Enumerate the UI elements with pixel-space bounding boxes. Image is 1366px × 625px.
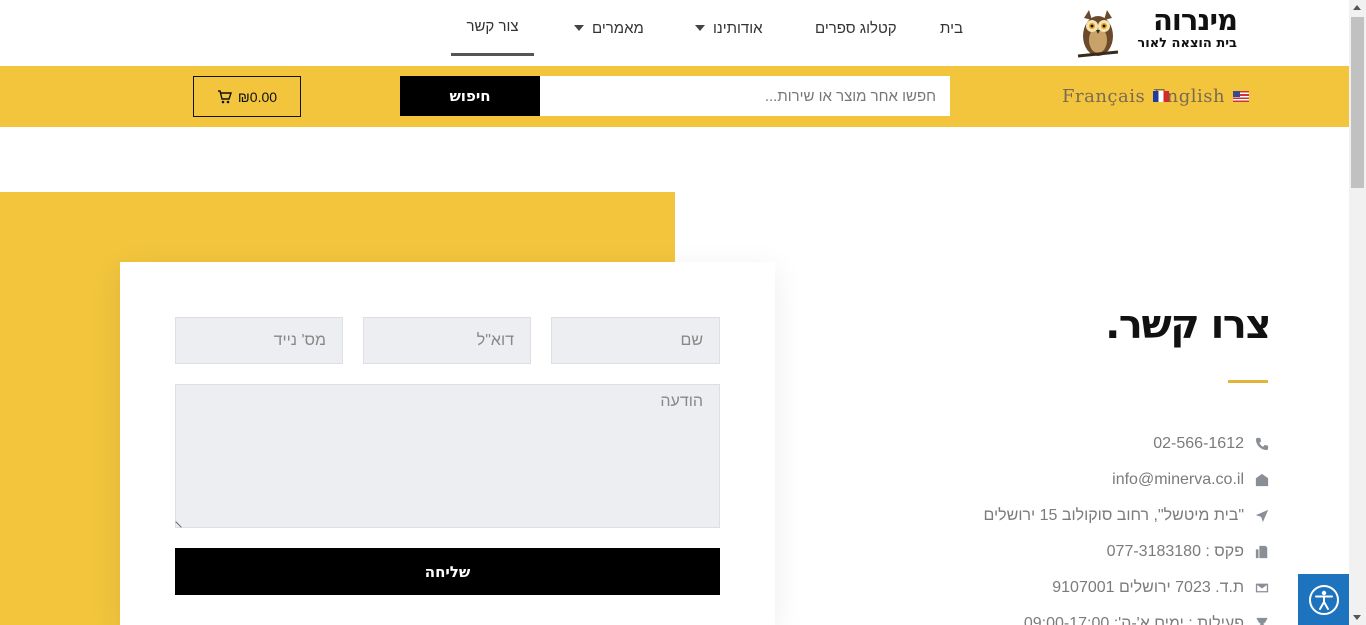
- mail-icon: [1254, 580, 1270, 596]
- utility-bar: English Français חיפוש ₪0.00: [0, 66, 1349, 127]
- phone-field[interactable]: [175, 317, 343, 364]
- message-field[interactable]: [175, 384, 720, 528]
- contact-hours: פעילות : ימים א'-ה': 09:00-17:00: [870, 606, 1270, 625]
- vertical-scrollbar[interactable]: [1349, 0, 1366, 625]
- language-label: Français: [1062, 85, 1146, 107]
- contact-email-text[interactable]: info@minerva.co.il: [1112, 471, 1244, 489]
- name-field[interactable]: [551, 317, 720, 364]
- accessibility-icon: [1308, 584, 1339, 615]
- scroll-down-arrow-icon[interactable]: [1353, 615, 1361, 620]
- search-button[interactable]: חיפוש: [400, 76, 540, 116]
- contact-hours-text: פעילות : ימים א'-ה': 09:00-17:00: [1023, 615, 1244, 625]
- contact-address-text: "בית מיטשל", רחוב סוקולוב 15 ירושלים: [983, 507, 1244, 524]
- owl-logo-icon: [1077, 10, 1119, 58]
- title-divider: [1228, 380, 1268, 383]
- search-input[interactable]: [540, 76, 950, 116]
- contact-pobox: ת.ד. 7023 ירושלים 9107001: [870, 570, 1270, 606]
- cart-button[interactable]: ₪0.00: [193, 76, 301, 117]
- top-navigation: מינרוה בית הוצאה לאור בית קטלוג ספרים או…: [0, 0, 1349, 66]
- cart-total: ₪0.00: [237, 88, 278, 105]
- contact-phone: 02-566-1612: [870, 426, 1270, 462]
- nav-item-contact[interactable]: צור קשר: [451, 0, 534, 56]
- nav-item-label: מאמרים: [592, 19, 644, 37]
- nav-item-label: אודותינו: [713, 19, 763, 37]
- language-french[interactable]: Français: [1062, 82, 1170, 110]
- contact-email: info@minerva.co.il: [870, 462, 1270, 498]
- logo-tagline: בית הוצאה לאור: [1137, 36, 1237, 51]
- phone-icon: [1254, 436, 1270, 452]
- email-field[interactable]: [363, 317, 531, 364]
- site-logo[interactable]: מינרוה בית הוצאה לאור: [1074, 4, 1239, 62]
- contact-pobox-text: ת.ד. 7023 ירושלים 9107001: [1052, 579, 1244, 596]
- contact-fax-text: פקס : 077-3183180: [1106, 543, 1244, 560]
- search-form: חיפוש: [400, 76, 950, 116]
- fr-flag-icon: [1153, 90, 1170, 102]
- page-title: צרו קשר.: [1105, 302, 1271, 348]
- contact-info-list: 02-566-1612 info@minerva.co.il "בית מיטש…: [870, 426, 1270, 625]
- nav-item-label: קטלוג ספרים: [815, 19, 897, 37]
- contact-phone-text[interactable]: 02-566-1612: [1153, 435, 1244, 453]
- contact-fax: פקס : 077-3183180: [870, 534, 1270, 570]
- submit-button[interactable]: שליחה: [175, 548, 720, 595]
- logo-brand: מינרוה: [1152, 3, 1238, 37]
- envelope-open-icon: [1254, 472, 1270, 488]
- contact-form: שליחה: [120, 262, 775, 625]
- nav-item-label: צור קשר: [466, 18, 519, 35]
- us-flag-icon: [1233, 90, 1250, 102]
- nav-item-catalog[interactable]: קטלוג ספרים: [815, 0, 897, 56]
- accessibility-button[interactable]: [1298, 574, 1349, 625]
- chevron-down-icon: [695, 25, 705, 31]
- nav-item-articles[interactable]: מאמרים: [574, 0, 644, 56]
- fax-icon: [1254, 544, 1270, 560]
- chevron-down-icon: [574, 25, 584, 31]
- scrollbar-thumb[interactable]: [1351, 17, 1364, 188]
- hourglass-icon: [1254, 616, 1270, 625]
- nav-item-label: בית: [940, 19, 963, 37]
- scroll-up-arrow-icon[interactable]: [1353, 5, 1361, 10]
- nav-item-about[interactable]: אודותינו: [695, 0, 763, 56]
- contact-address: "בית מיטשל", רחוב סוקולוב 15 ירושלים: [870, 498, 1270, 534]
- cart-icon: [217, 89, 232, 103]
- location-arrow-icon: [1254, 508, 1270, 524]
- nav-item-home[interactable]: בית: [940, 0, 963, 56]
